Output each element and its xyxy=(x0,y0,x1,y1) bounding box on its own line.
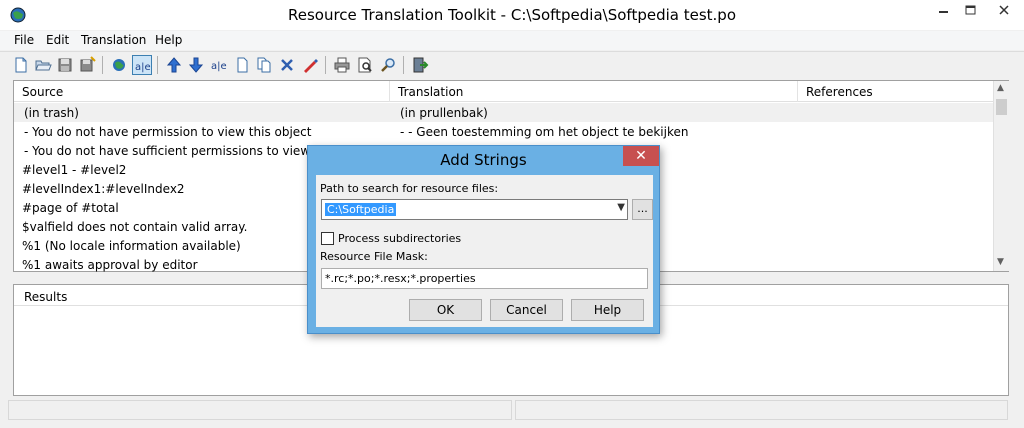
column-source[interactable]: Source xyxy=(14,81,390,102)
translation-cell: - - Geen toestemming om het object te be… xyxy=(400,125,689,139)
column-references[interactable]: References xyxy=(798,81,994,102)
add-strings-dialog: Add Strings ✕ Path to search for resourc… xyxy=(307,145,660,334)
table-row[interactable]: (in trash) (in prullenbak) xyxy=(14,103,994,122)
new-document-icon[interactable] xyxy=(11,55,31,75)
toolbar-separator xyxy=(403,56,404,74)
print-preview-icon[interactable] xyxy=(355,55,375,75)
save-all-icon[interactable] xyxy=(77,55,97,75)
delete-icon[interactable] xyxy=(277,55,297,75)
maximize-button[interactable] xyxy=(957,0,984,22)
open-folder-icon[interactable] xyxy=(33,55,53,75)
results-label: Results xyxy=(24,290,68,304)
help-button[interactable]: Help xyxy=(571,299,644,321)
menu-bar: File Edit Translation Help xyxy=(0,31,1024,50)
status-panel xyxy=(8,400,512,420)
toolbar: a|e a|e xyxy=(0,51,1024,76)
window-title: Resource Translation Toolkit - C:\Softpe… xyxy=(287,6,736,24)
file-mask-input[interactable]: *.rc;*.po;*.resx;*.properties xyxy=(321,268,648,289)
status-panel xyxy=(515,400,1008,420)
browse-button[interactable]: ... xyxy=(632,199,653,220)
translate-ab-icon[interactable]: a|e xyxy=(132,55,152,75)
ok-button[interactable]: OK xyxy=(409,299,482,321)
dialog-close-button[interactable]: ✕ xyxy=(623,146,659,166)
source-cell: - You do not have permission to view thi… xyxy=(24,125,312,139)
minimize-button[interactable] xyxy=(930,0,957,22)
title-bar: Resource Translation Toolkit - C:\Softpe… xyxy=(0,0,1024,30)
toolbar-separator xyxy=(157,56,158,74)
status-bar xyxy=(0,398,1024,428)
menu-file[interactable]: File xyxy=(14,33,34,47)
table-row[interactable]: - You do not have permission to view thi… xyxy=(14,122,994,141)
path-label: Path to search for resource files: xyxy=(320,182,499,195)
process-subdirectories-checkbox[interactable] xyxy=(321,232,334,245)
find-icon[interactable] xyxy=(378,55,398,75)
cancel-button[interactable]: Cancel xyxy=(490,299,563,321)
scroll-down-icon[interactable]: ▼ xyxy=(997,257,1004,267)
dialog-body: Path to search for resource files: C:\So… xyxy=(316,175,653,327)
subdir-label: Process subdirectories xyxy=(338,232,462,245)
copy-icon[interactable] xyxy=(232,55,252,75)
exit-icon[interactable] xyxy=(410,55,430,75)
translation-cell: (in prullenbak) xyxy=(400,106,488,120)
translate-icon[interactable]: a|e xyxy=(209,55,229,75)
print-icon[interactable] xyxy=(332,55,352,75)
vertical-scrollbar[interactable]: ▲ ▼ xyxy=(993,81,1009,271)
source-cell: (in trash) xyxy=(24,106,79,120)
scroll-thumb[interactable] xyxy=(996,99,1007,115)
toolbar-separator xyxy=(102,56,103,74)
move-up-icon[interactable] xyxy=(164,55,184,75)
globe-icon[interactable] xyxy=(109,55,129,75)
dialog-title: Add Strings xyxy=(440,151,527,169)
menu-help[interactable]: Help xyxy=(155,33,182,47)
path-combobox[interactable]: C:\Softpedia ▼ xyxy=(321,199,628,220)
move-down-icon[interactable] xyxy=(186,55,206,75)
menu-edit[interactable]: Edit xyxy=(46,33,69,47)
menu-translation[interactable]: Translation xyxy=(81,33,146,47)
close-button[interactable] xyxy=(984,0,1024,22)
mask-label: Resource File Mask: xyxy=(320,250,428,263)
scroll-up-icon[interactable]: ▲ xyxy=(997,83,1004,93)
copy-pages-icon[interactable] xyxy=(254,55,274,75)
main-window: Resource Translation Toolkit - C:\Softpe… xyxy=(0,0,1024,428)
save-icon[interactable] xyxy=(55,55,75,75)
toolbar-separator xyxy=(325,56,326,74)
grid-header: Source Translation References xyxy=(14,81,994,102)
edit-pen-icon[interactable] xyxy=(300,55,320,75)
chevron-down-icon[interactable]: ▼ xyxy=(617,202,625,213)
svg-text:a|e: a|e xyxy=(135,62,151,73)
column-translation[interactable]: Translation xyxy=(390,81,798,102)
path-value: C:\Softpedia xyxy=(325,203,397,216)
svg-text:a|e: a|e xyxy=(211,61,227,72)
